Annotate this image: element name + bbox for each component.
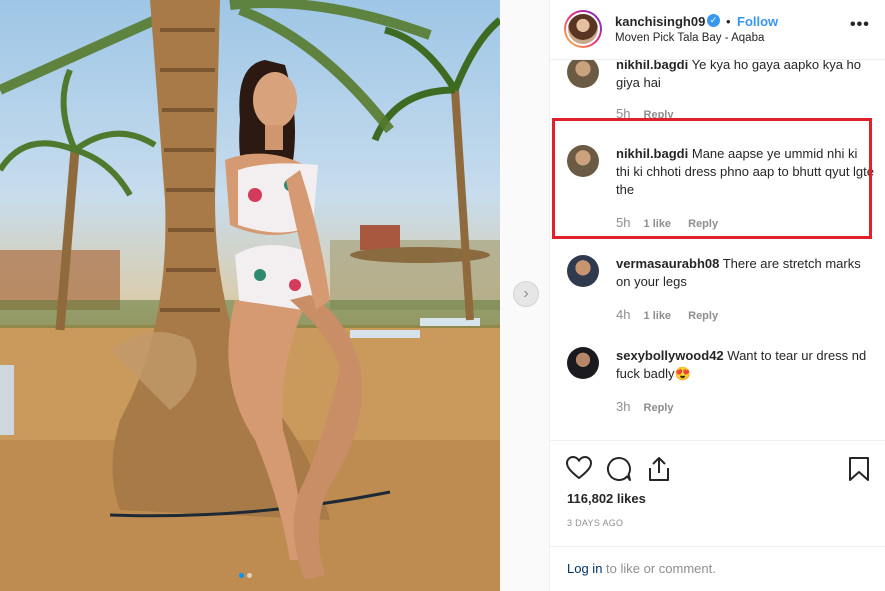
likes-count[interactable]: 116,802 likes bbox=[567, 491, 646, 506]
comment-meta: 5h Reply bbox=[616, 106, 674, 121]
post-header: kanchisingh09 ✓ • Follow Moven Pick Tala… bbox=[550, 0, 885, 60]
comment-bubble-icon[interactable] bbox=[606, 456, 632, 482]
bookmark-icon[interactable] bbox=[848, 456, 870, 482]
commenter-avatar[interactable] bbox=[567, 145, 599, 177]
heart-icon[interactable] bbox=[566, 456, 592, 480]
comment-body: vermasaurabh08 There are stretch marks o… bbox=[616, 255, 874, 291]
carousel-dot bbox=[239, 573, 244, 578]
share-icon[interactable] bbox=[647, 456, 671, 482]
commenter-username[interactable]: nikhil.bagdi bbox=[616, 60, 688, 72]
commenter-username[interactable]: sexybollywood42 bbox=[616, 348, 724, 363]
comment-body: nikhil.bagdi Ye kya ho gaya aapko kya ho… bbox=[616, 60, 874, 92]
login-link[interactable]: Log in bbox=[567, 561, 602, 576]
comment-body: sexybollywood42 Want to tear ur dress nd… bbox=[616, 347, 874, 383]
comment-likes[interactable]: 1 like bbox=[644, 310, 672, 322]
post-sidebar: kanchisingh09 ✓ • Follow Moven Pick Tala… bbox=[549, 0, 885, 591]
header-separator: • bbox=[726, 14, 731, 29]
commenter-avatar[interactable] bbox=[567, 255, 599, 287]
login-suffix: to like or comment. bbox=[602, 561, 716, 576]
verified-badge-icon: ✓ bbox=[707, 14, 720, 27]
comment-meta: 4h 1 like Reply bbox=[616, 307, 718, 322]
reply-button[interactable]: Reply bbox=[688, 218, 718, 230]
comment-body: nikhil.bagdi Mane aapse ye ummid nhi ki … bbox=[616, 145, 874, 199]
comment-time[interactable]: 5h bbox=[616, 215, 630, 230]
follow-button[interactable]: Follow bbox=[737, 14, 778, 29]
post-photo[interactable] bbox=[0, 0, 500, 591]
comment-meta: 3h Reply bbox=[616, 399, 674, 414]
chevron-right-icon: › bbox=[523, 285, 529, 302]
post-actions: 116,802 likes 3 DAYS AGO Log in to like … bbox=[550, 440, 885, 591]
commenter-avatar[interactable] bbox=[567, 60, 599, 88]
next-image-button[interactable]: › bbox=[513, 281, 539, 307]
post-timestamp[interactable]: 3 DAYS AGO bbox=[567, 518, 623, 528]
more-options-button[interactable]: ••• bbox=[850, 16, 870, 34]
author-avatar[interactable] bbox=[564, 10, 602, 48]
carousel-dot bbox=[247, 573, 252, 578]
comment-time[interactable]: 4h bbox=[616, 307, 630, 322]
login-prompt: Log in to like or comment. bbox=[550, 546, 885, 591]
commenter-username[interactable]: nikhil.bagdi bbox=[616, 146, 688, 161]
carousel-dots bbox=[239, 573, 252, 578]
comment-likes[interactable]: 1 like bbox=[644, 218, 672, 230]
commenter-username[interactable]: vermasaurabh08 bbox=[616, 256, 719, 271]
reply-button[interactable]: Reply bbox=[688, 310, 718, 322]
commenter-avatar[interactable] bbox=[567, 347, 599, 379]
comment-time[interactable]: 5h bbox=[616, 106, 630, 121]
photo-illustration bbox=[0, 0, 500, 591]
author-username[interactable]: kanchisingh09 bbox=[615, 14, 705, 29]
comment-meta: 5h 1 like Reply bbox=[616, 215, 718, 230]
reply-button[interactable]: Reply bbox=[644, 402, 674, 414]
post-location[interactable]: Moven Pick Tala Bay - Aqaba bbox=[615, 32, 764, 44]
reply-button[interactable]: Reply bbox=[644, 109, 674, 121]
comments-list[interactable]: nikhil.bagdi Ye kya ho gaya aapko kya ho… bbox=[550, 60, 885, 440]
comment-time[interactable]: 3h bbox=[616, 399, 630, 414]
